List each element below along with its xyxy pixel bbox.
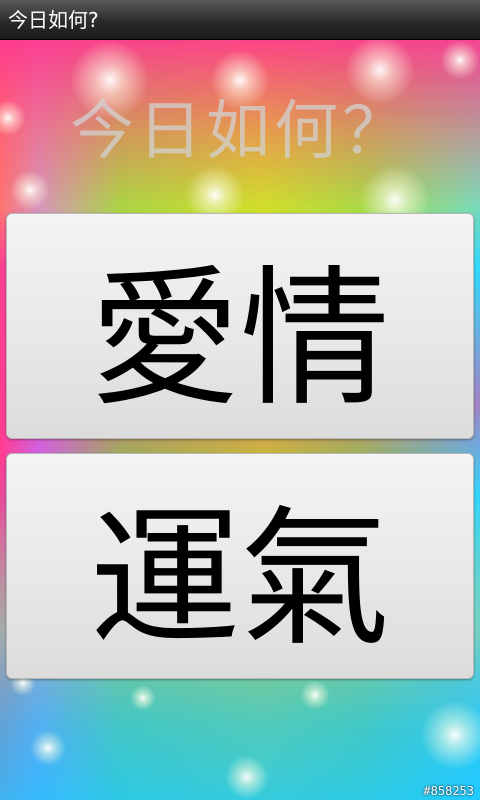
sparkle-decoration (440, 40, 480, 80)
luck-button[interactable]: 運氣 (6, 453, 474, 679)
sparkle-decoration (420, 700, 480, 770)
luck-button-label: 運氣 (89, 492, 390, 667)
love-button[interactable]: 愛情 (6, 213, 474, 439)
sparkle-decoration (30, 730, 66, 766)
window-title-bar: 今日如何? (0, 0, 480, 40)
love-button-label: 愛情 (89, 252, 390, 427)
sparkle-decoration (225, 755, 269, 799)
watermark-label: #858253 (423, 784, 474, 798)
sparkle-decoration (10, 170, 50, 210)
app-screen: 今日如何? 今日如何？ 愛情 運氣 #858253 (0, 0, 480, 800)
sparkle-decoration (130, 685, 156, 711)
page-headline: 今日如何？ (70, 95, 410, 169)
window-title: 今日如何? (8, 8, 99, 32)
sparkle-decoration (300, 680, 330, 710)
